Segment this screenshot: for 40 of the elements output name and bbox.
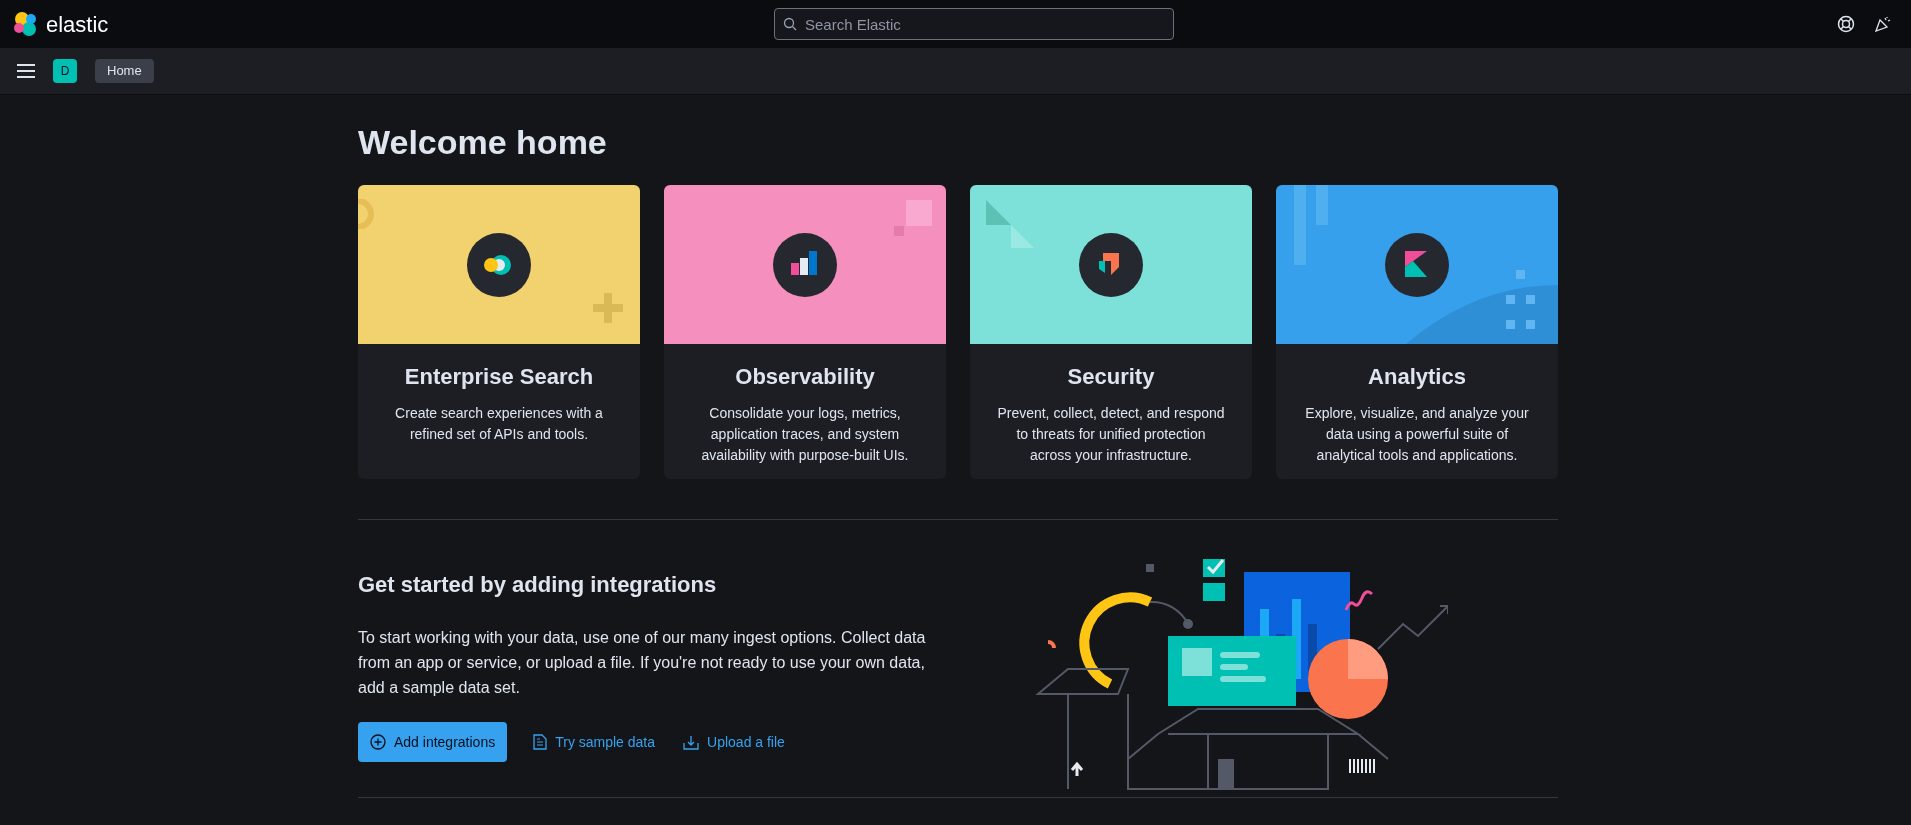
dots-decoration-icon (1506, 270, 1535, 329)
page-title: Welcome home (358, 122, 608, 163)
link-button[interactable]: Upload a file (681, 722, 787, 762)
elastic-logo-icon (12, 11, 38, 37)
wave-decoration-icon (1406, 285, 1558, 344)
tray-arrow-icon (683, 734, 700, 750)
section-description: To start working with your data, use one of our many ingest options. Collect data from an app or service, or upload a file. If you're not ready to use your own data, add a sample data set. (358, 628, 927, 698)
card-title: Analytics (1368, 363, 1466, 391)
card-description: Consolidate your logs, metrics, application traces, and system availability with purpose-built UIs. (700, 404, 910, 465)
card-title: Enterprise Search (404, 363, 594, 391)
help-lifebuoy-icon[interactable] (1837, 15, 1855, 33)
brand-name: elastic (46, 10, 109, 39)
card-description: Prevent, collect, detect, and respond to threats for unified protection across your infrastructure. (996, 404, 1226, 465)
solution-logo-icon (467, 232, 531, 297)
menu-icon[interactable] (17, 64, 35, 78)
search-icon (783, 17, 797, 31)
solution-card[interactable]: Security Prevent, collect, detect, and respond to threats for unified protection across your infrastructure. (970, 185, 1252, 479)
solution-card[interactable]: Observability Consolidate your logs, metrics, application traces, and system availability with purpose-built UIs. (664, 185, 946, 479)
squares-decoration-icon (894, 200, 934, 238)
document-icon (533, 734, 548, 750)
plus-decoration-icon (593, 293, 623, 323)
search-field[interactable]: Search Elastic (774, 8, 1174, 40)
card-description: Create search experiences with a refined set of APIs and tools. (394, 404, 604, 444)
solution-logo-icon (773, 232, 837, 297)
solution-card[interactable]: Analytics Explore, visualize, and analyze your data using a powerful suite of analytical tools and applications. (1276, 185, 1558, 479)
link-button[interactable]: Try sample data (531, 722, 658, 762)
card-title: Security (1067, 363, 1155, 391)
card-description: Explore, visualize, and analyze your data using a powerful suite of analytical tools and applications. (1304, 404, 1530, 465)
add-integrations-button[interactable]: Add integrations (358, 722, 508, 762)
section-heading: Get started by adding integrations (358, 571, 718, 599)
space-avatar[interactable]: D (53, 59, 77, 83)
plus-circle-icon (370, 734, 386, 750)
solution-logo-icon (1079, 232, 1143, 297)
party-popper-icon[interactable] (1875, 16, 1891, 32)
triangles-decoration-icon (986, 200, 1036, 250)
breadcrumb[interactable]: Home (95, 59, 154, 83)
solution-card[interactable]: Enterprise Search Create search experiences with a refined set of APIs and tools. (358, 185, 640, 479)
card-title: Observability (735, 363, 875, 391)
solution-logo-icon (1385, 232, 1449, 297)
bars-decoration-icon (1294, 185, 1328, 265)
